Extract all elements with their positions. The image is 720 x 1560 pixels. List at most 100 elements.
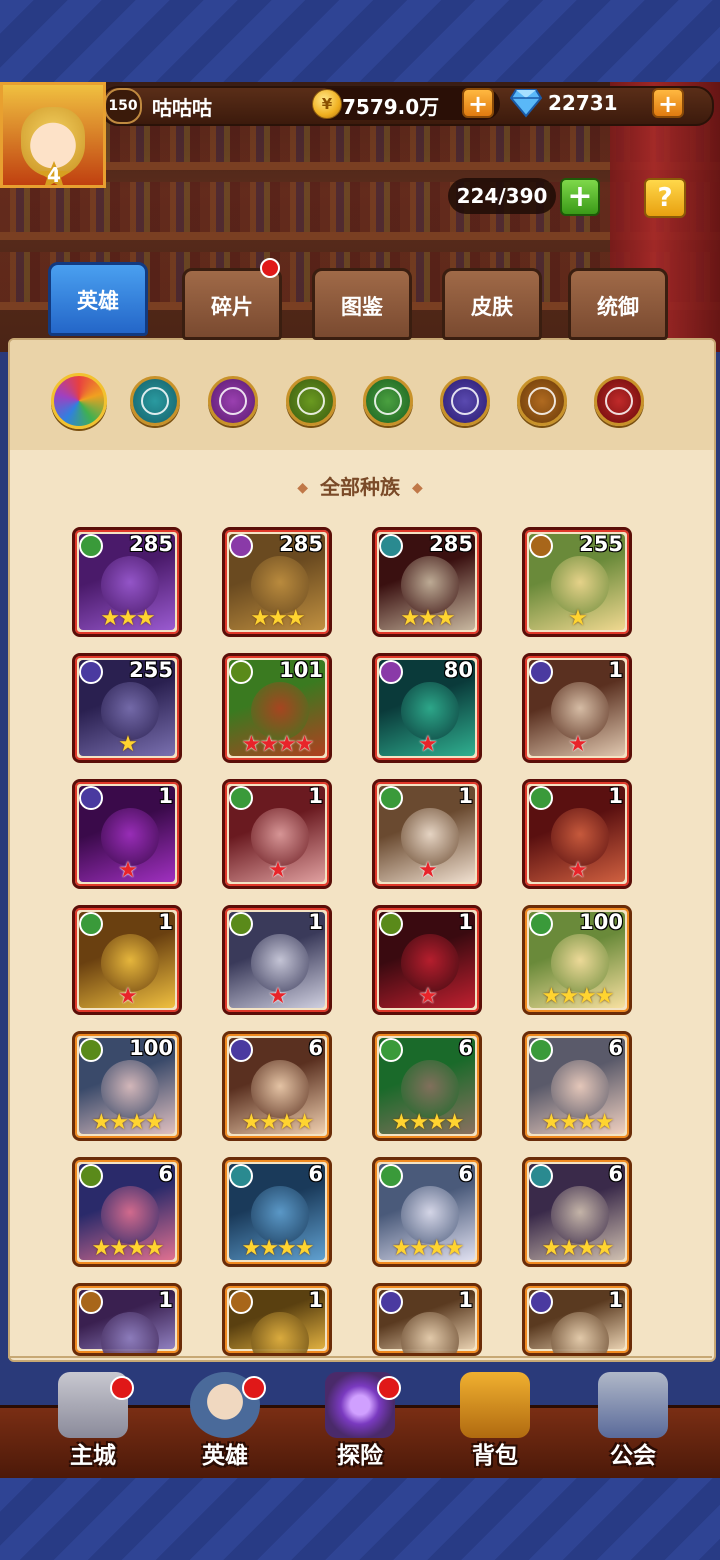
abyss-race-icon[interactable]	[440, 376, 490, 426]
hero-level: 80	[443, 658, 473, 682]
forest-race-icon	[229, 1164, 253, 1188]
hero-stars: ★★★	[400, 606, 455, 631]
hero-card[interactable]: 1 ★	[222, 905, 332, 1015]
player-avatar[interactable]: 4	[0, 82, 106, 188]
hero-capacity: 224/390	[448, 178, 556, 214]
hero-level: 1	[308, 784, 323, 808]
nav-backpack[interactable]: 背包	[440, 1372, 550, 1476]
hero-card[interactable]: 1 ★	[72, 779, 182, 889]
hero-card[interactable]: 1 ★	[72, 905, 182, 1015]
hero-card[interactable]: 1 ★	[372, 779, 482, 889]
add-gold-button[interactable]: +	[462, 88, 494, 118]
hero-card[interactable]: 6 ★★★★	[372, 1157, 482, 1267]
all-races-icon[interactable]	[51, 373, 107, 429]
tab-skins[interactable]: 皮肤	[442, 268, 542, 340]
hero-card[interactable]: 255 ★	[72, 653, 182, 763]
abyss-race-icon	[79, 660, 103, 684]
hero-level: 255	[579, 532, 623, 556]
hero-card[interactable]: 1	[72, 1283, 182, 1356]
nav-heroes[interactable]: 英雄	[170, 1372, 280, 1476]
light-race-icon	[529, 534, 553, 558]
shadow-race-icon	[229, 534, 253, 558]
abyss-race-icon	[229, 1038, 253, 1062]
hero-level: 1	[158, 1288, 173, 1312]
hero-stars: ★★★★	[541, 984, 615, 1009]
nav-main-city[interactable]: 主城	[38, 1372, 148, 1476]
heroes-notification-dot	[242, 1376, 266, 1400]
top-background	[0, 0, 720, 82]
hero-level: 1	[608, 784, 623, 808]
hero-card[interactable]: 6 ★★★★	[522, 1157, 632, 1267]
shadow-race-icon[interactable]	[208, 376, 258, 426]
hero-card[interactable]: 285 ★★★	[72, 527, 182, 637]
hero-level: 6	[458, 1162, 473, 1186]
hero-level: 1	[458, 1288, 473, 1312]
hero-stars: ★	[568, 732, 588, 757]
hero-card[interactable]: 1	[222, 1283, 332, 1356]
hero-card[interactable]: 101 ★★★★	[222, 653, 332, 763]
hero-card[interactable]: 255 ★	[522, 527, 632, 637]
help-button[interactable]: ?	[644, 178, 686, 218]
hero-stars: ★	[418, 858, 438, 883]
add-gems-button[interactable]: +	[652, 88, 684, 118]
title-ornament-left: ◆	[297, 480, 308, 496]
hero-stars: ★	[118, 984, 138, 1009]
abyss-race-icon	[529, 660, 553, 684]
nav-guild[interactable]: 公会	[578, 1372, 688, 1476]
tab-command[interactable]: 统御	[568, 268, 668, 340]
fortress-race-icon	[229, 912, 253, 936]
hero-level: 1	[608, 1288, 623, 1312]
hero-level: 6	[458, 1036, 473, 1060]
hero-card[interactable]: 285 ★★★	[372, 527, 482, 637]
dark-race-icon[interactable]	[594, 376, 644, 426]
hero-card[interactable]: 1 ★	[222, 779, 332, 889]
hero-card[interactable]: 285 ★★★	[222, 527, 332, 637]
fortress-race-icon	[79, 1164, 103, 1188]
hero-stars: ★★★	[100, 606, 155, 631]
player-level-badge: 150	[104, 88, 142, 124]
shadow-race-icon	[379, 660, 403, 684]
fortress-race-icon[interactable]	[286, 376, 336, 426]
hero-card[interactable]: 100 ★★★★	[522, 905, 632, 1015]
nature-race-icon	[379, 1038, 403, 1062]
title-ornament-right: ◆	[412, 480, 423, 496]
tab-fragments[interactable]: 碎片	[182, 268, 282, 340]
hero-stars: ★	[568, 858, 588, 883]
fortress-race-icon	[229, 660, 253, 684]
hero-card[interactable]: 1	[522, 1283, 632, 1356]
nature-race-icon	[529, 786, 553, 810]
hero-level: 285	[279, 532, 323, 556]
light-race-icon[interactable]	[517, 376, 567, 426]
expand-capacity-button[interactable]: +	[560, 178, 600, 216]
hero-card[interactable]: 6 ★★★★	[72, 1157, 182, 1267]
hero-card[interactable]: 1 ★	[372, 905, 482, 1015]
nav-adventure[interactable]: 探险	[305, 1372, 415, 1476]
hero-card[interactable]: 80 ★	[372, 653, 482, 763]
diamond-icon	[510, 89, 542, 118]
hero-level: 1	[158, 784, 173, 808]
hero-card[interactable]: 6 ★★★★	[222, 1031, 332, 1141]
hero-card[interactable]: 6 ★★★★	[522, 1031, 632, 1141]
hero-stars: ★★★★	[241, 1110, 315, 1135]
hero-card[interactable]: 1 ★	[522, 653, 632, 763]
nature-race-icon	[79, 912, 103, 936]
gem-amount: 22731	[548, 91, 618, 115]
tab-collection[interactable]: 图鉴	[312, 268, 412, 340]
hero-level: 100	[579, 910, 623, 934]
forest-race-icon	[529, 1164, 553, 1188]
nav-label-backpack: 背包	[472, 1443, 518, 1469]
nav-label-heroes: 英雄	[202, 1443, 248, 1469]
hero-card[interactable]: 1	[372, 1283, 482, 1356]
hero-card[interactable]: 100 ★★★★	[72, 1031, 182, 1141]
forest-race-icon[interactable]	[130, 376, 180, 426]
tab-heroes[interactable]: 英雄	[48, 262, 148, 336]
hero-card[interactable]: 1 ★	[522, 779, 632, 889]
player-name: 咕咕咕	[152, 96, 212, 120]
hero-card[interactable]: 6 ★★★★	[372, 1031, 482, 1141]
nature-race-icon[interactable]	[363, 376, 413, 426]
guild-tower-icon	[598, 1372, 668, 1438]
nature-race-icon	[529, 1038, 553, 1062]
adventure-notification-dot	[377, 1376, 401, 1400]
hero-card[interactable]: 6 ★★★★	[222, 1157, 332, 1267]
nature-race-icon	[529, 912, 553, 936]
